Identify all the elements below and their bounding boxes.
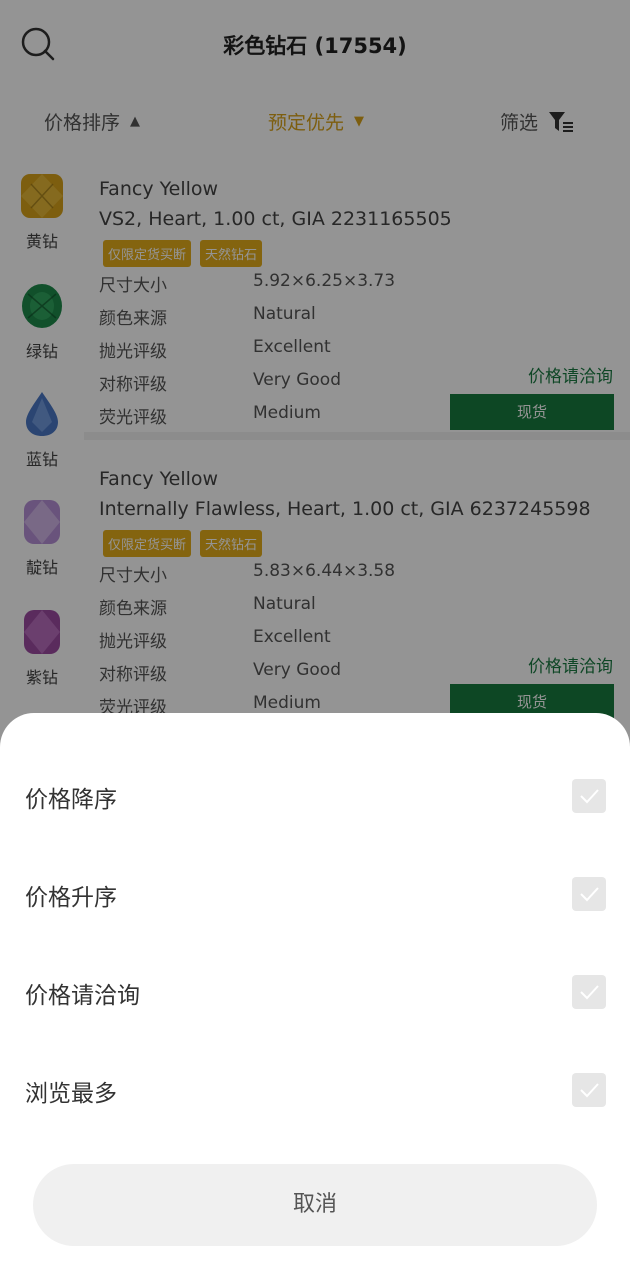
cancel-button[interactable]: 取消 [33, 1164, 597, 1246]
sort-options-sheet: 价格降序 价格升序 价格请洽询 浏览最多 取消 [0, 713, 630, 1280]
option-most-viewed[interactable]: 浏览最多 [0, 1044, 630, 1142]
option-checkbox[interactable] [572, 975, 606, 1009]
option-price-asc[interactable]: 价格升序 [0, 848, 630, 946]
option-checkbox[interactable] [572, 1073, 606, 1107]
option-label: 价格升序 [25, 885, 117, 911]
option-label: 价格请洽询 [25, 983, 140, 1009]
option-checkbox[interactable] [572, 779, 606, 813]
option-price-inquiry[interactable]: 价格请洽询 [0, 946, 630, 1044]
option-price-desc[interactable]: 价格降序 [0, 750, 630, 848]
option-label: 浏览最多 [25, 1081, 117, 1107]
option-checkbox[interactable] [572, 877, 606, 911]
option-label: 价格降序 [25, 787, 117, 813]
check-icon [580, 887, 599, 902]
check-icon [580, 1083, 599, 1098]
check-icon [580, 985, 599, 1000]
check-icon [580, 789, 599, 804]
